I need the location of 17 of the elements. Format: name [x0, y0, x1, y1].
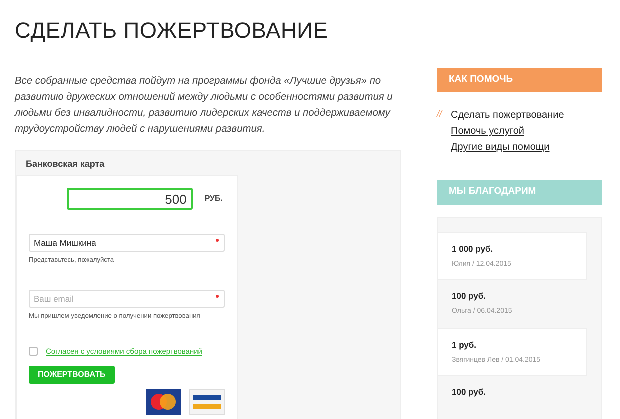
donation-amount: 100 руб.: [452, 290, 487, 302]
donation-amount: 100 руб.: [452, 386, 487, 398]
donation-amount: 1 000 руб.: [452, 242, 494, 256]
page-title: СДЕЛАТЬ ПОЖЕРТВОВАНИЕ: [15, 18, 330, 44]
text-field[interactable]: Маша Мишкина: [29, 234, 225, 252]
menu-link[interactable]: Сделать пожертвование: [451, 108, 564, 124]
amount-field[interactable]: 500: [66, 188, 193, 210]
donation-amount: 1 руб.: [452, 338, 478, 352]
currency-label: РУБ.: [204, 193, 223, 206]
menu-link[interactable]: Помочь услугой: [451, 124, 524, 140]
section-header: КАК ПОМОЧЬ: [437, 68, 602, 92]
text-field[interactable]: Ваш email: [29, 290, 225, 308]
menu-link[interactable]: Другие виды помощи: [451, 140, 550, 156]
section-header: МЫ БЛАГОДАРИМ: [437, 180, 602, 204]
active-marker-icon: //: [437, 109, 442, 120]
intro-paragraph: Все собранные средства пойдут на программы фонда «Лучшие друзья» по развитию дружеских отношений между людьми с особенностями развития и людьми без инвалидности, развитию лидерских качеств и поддерживаемому трудоустройству людей с нарушениями развития.: [15, 75, 394, 138]
payment-tab[interactable]: Банковская карта: [16, 153, 115, 175]
